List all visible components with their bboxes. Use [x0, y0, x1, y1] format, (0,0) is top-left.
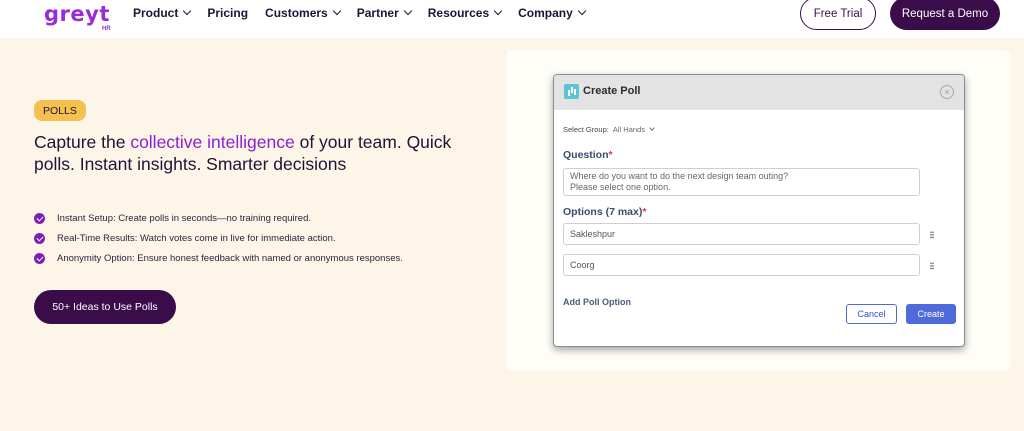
question-line: Where do you want to do the next design … — [570, 171, 789, 181]
feature-item: Instant Setup: Create polls in seconds—n… — [34, 208, 403, 228]
question-label: Question* — [563, 149, 613, 161]
menu-item-resources[interactable]: Resources — [427, 6, 503, 20]
feature-text: Real-Time Results: Watch votes come in l… — [57, 232, 336, 244]
select-group[interactable]: Select Group: All Hands — [563, 125, 655, 134]
required-mark: * — [608, 149, 613, 161]
menu-item-company[interactable]: Company — [518, 6, 587, 20]
menu-label: Resources — [427, 6, 490, 20]
menu-label: Pricing — [207, 6, 249, 20]
options-label: Options (7 max)* — [563, 206, 646, 218]
check-circle-icon — [34, 252, 45, 264]
check-circle-icon — [34, 212, 45, 224]
feature-item: Real-Time Results: Watch votes come in l… — [34, 228, 403, 248]
feature-text: Instant Setup: Create polls in seconds—n… — [57, 212, 312, 224]
drag-handle-icon[interactable] — [930, 262, 934, 270]
create-poll-dialog: Create Poll × Select Group: All Hands Que… — [553, 74, 965, 347]
hero-headline: Capture the collective intelligence of y… — [34, 131, 454, 175]
required-mark: * — [642, 206, 647, 218]
chevron-down-icon — [493, 6, 503, 16]
question-input[interactable]: Where do you want to do the next design … — [563, 168, 920, 196]
dialog-title: Create Poll — [583, 85, 641, 97]
headline-accent: collective intelligence — [130, 132, 295, 152]
cancel-button[interactable]: Cancel — [846, 304, 897, 324]
check-circle-icon — [34, 232, 45, 244]
main-menu: Product Pricing Customers Partner Resour… — [133, 6, 602, 20]
menu-item-pricing[interactable]: Pricing — [207, 6, 248, 20]
request-demo-button[interactable]: Request a Demo — [890, 0, 1000, 30]
chevron-down-icon — [183, 6, 192, 16]
chevron-down-icon — [332, 6, 341, 16]
select-group-label: Select Group: — [563, 125, 609, 134]
menu-label: Company — [518, 6, 573, 20]
menu-label: Product — [133, 6, 179, 20]
add-poll-option-link[interactable]: Add Poll Option — [563, 297, 631, 307]
question-line: Please select one option. — [570, 182, 671, 192]
create-button[interactable]: Create — [906, 304, 956, 324]
feature-item: Anonymity Option: Ensure honest feedback… — [34, 248, 403, 268]
poll-option-input[interactable]: Sakleshpur — [563, 223, 920, 245]
label-text: Question — [563, 149, 609, 161]
top-navigation: greyt HR Product Pricing Customers Partn… — [0, 0, 1024, 38]
select-group-value: All Hands — [612, 125, 645, 134]
free-trial-button[interactable]: Free Trial — [800, 0, 876, 30]
menu-item-customers[interactable]: Customers — [265, 6, 341, 20]
feature-list: Instant Setup: Create polls in seconds—n… — [34, 208, 403, 268]
logo-text: greyt — [44, 2, 110, 26]
chevron-down-icon — [403, 6, 412, 16]
menu-item-product[interactable]: Product — [133, 6, 192, 20]
chevron-down-icon — [577, 6, 587, 16]
ideas-button[interactable]: 50+ Ideas to Use Polls — [34, 290, 176, 324]
dialog-header: Create Poll × — [554, 75, 964, 110]
headline-part: Capture the — [34, 132, 131, 152]
feature-text: Anonymity Option: Ensure honest feedback… — [57, 252, 403, 264]
menu-label: Customers — [265, 6, 328, 20]
drag-handle-icon[interactable] — [930, 231, 934, 239]
menu-label: Partner — [356, 6, 399, 20]
label-text: Options (7 max) — [563, 206, 643, 218]
chevron-down-icon — [649, 125, 655, 131]
close-icon[interactable]: × — [940, 85, 954, 99]
logo-subtext: HR — [102, 26, 111, 32]
bar-chart-icon — [564, 84, 579, 99]
poll-option-input[interactable]: Coorg — [563, 254, 920, 276]
menu-item-partner[interactable]: Partner — [356, 6, 412, 20]
polls-badge: POLLS — [34, 100, 86, 121]
